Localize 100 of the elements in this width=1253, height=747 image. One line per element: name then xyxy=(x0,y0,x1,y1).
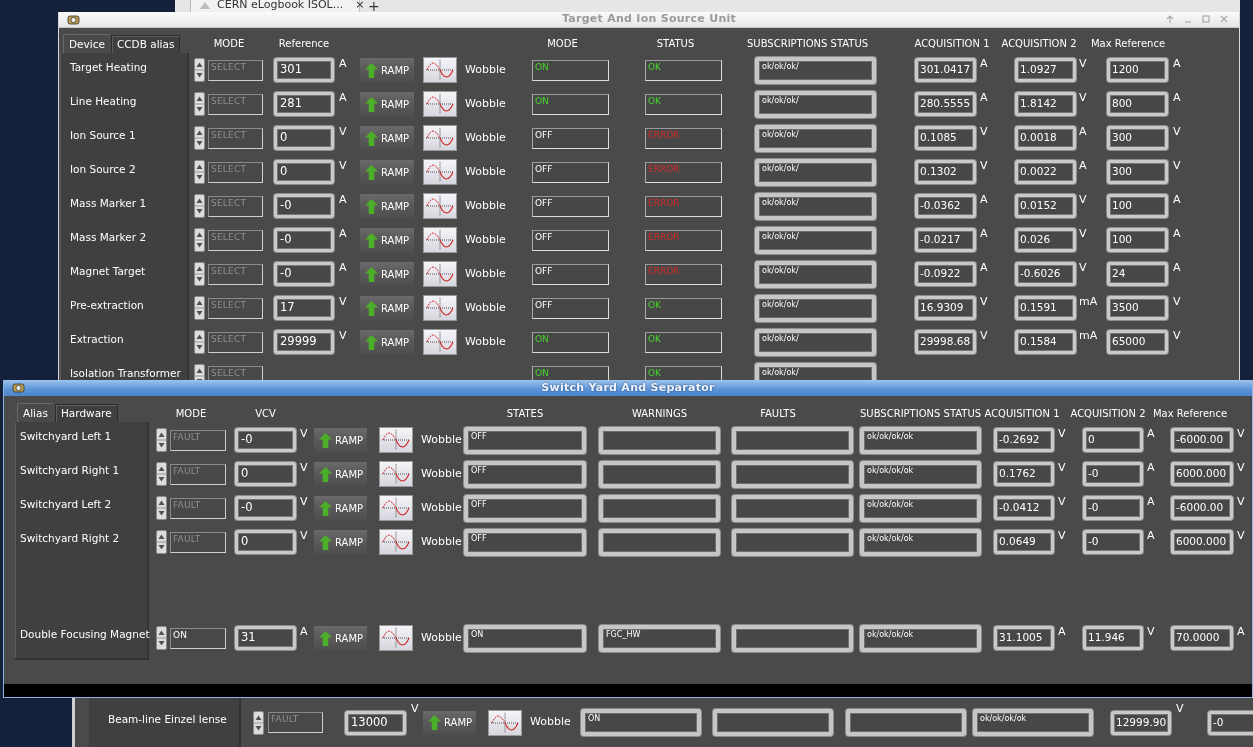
value-field[interactable]: 13000 xyxy=(345,710,406,735)
readout-field: 300 xyxy=(1107,160,1168,184)
spinner-button[interactable] xyxy=(194,92,205,116)
up-arrow-icon xyxy=(319,630,332,646)
column-header: WARNINGS xyxy=(630,407,689,421)
unit-label: V xyxy=(1058,460,1067,476)
unit-label: V xyxy=(1058,528,1067,544)
unit-label: V xyxy=(1237,426,1246,442)
ramp-button[interactable]: RAMP xyxy=(314,530,367,554)
wobble-label: Wobble xyxy=(465,265,506,282)
value-field[interactable]: 301 xyxy=(274,58,334,82)
close-icon xyxy=(1219,14,1229,24)
ramp-button[interactable]: RAMP xyxy=(360,296,414,320)
spinner-button[interactable] xyxy=(156,496,167,520)
value-field[interactable]: 0 xyxy=(274,160,334,184)
wobble-label: Wobble xyxy=(465,61,506,78)
unit-label: V xyxy=(1147,624,1156,640)
value-field[interactable]: 29999 xyxy=(274,330,334,354)
sine-wave-button[interactable] xyxy=(379,461,413,487)
device-name: Isolation Transformer xyxy=(70,365,181,380)
ramp-button[interactable]: RAMP xyxy=(360,330,414,354)
unit-label: V xyxy=(339,158,348,174)
device-name: Ion Source 1 xyxy=(70,127,136,143)
ramp-button[interactable]: RAMP xyxy=(314,428,367,452)
column-header: SUBSCRIPTIONS STATUS xyxy=(860,407,981,421)
sine-wave-button[interactable] xyxy=(423,261,457,287)
state-field: OFF xyxy=(464,460,586,488)
state-field: ON xyxy=(464,624,586,652)
sine-wave-button[interactable] xyxy=(423,227,457,253)
sine-wave-button[interactable] xyxy=(423,329,457,355)
sine-wave-button[interactable] xyxy=(379,427,413,453)
unit-label: A xyxy=(1147,460,1156,476)
ramp-button[interactable]: RAMP xyxy=(360,126,414,150)
ramp-button[interactable]: RAMP xyxy=(314,462,367,486)
sine-wave-button[interactable] xyxy=(423,57,457,83)
unit-label: V xyxy=(339,328,348,344)
value-field[interactable]: -0 xyxy=(274,262,334,286)
sine-wave-button[interactable] xyxy=(379,529,413,555)
unit-label: V xyxy=(1173,328,1182,344)
spinner-button[interactable] xyxy=(194,194,205,218)
sine-wave-button[interactable] xyxy=(423,159,457,185)
value-field[interactable]: -0 xyxy=(235,428,296,452)
wobble-label: Wobble xyxy=(421,533,462,550)
status-field: OK xyxy=(645,331,722,353)
value-field[interactable]: 0 xyxy=(274,126,334,150)
subscription-status-field: ok/ok/ok/ xyxy=(755,362,876,380)
spinner-button[interactable] xyxy=(156,626,167,650)
spinner-button[interactable] xyxy=(253,710,264,735)
value-field[interactable]: -0 xyxy=(235,496,296,520)
readout-field: 12999.90 xyxy=(1111,710,1171,735)
sine-wave-button[interactable] xyxy=(423,295,457,321)
value-field[interactable]: 31 xyxy=(235,626,296,650)
value-field[interactable]: 0 xyxy=(235,530,296,554)
sine-wave-button[interactable] xyxy=(379,495,413,521)
value-field[interactable]: -0 xyxy=(274,194,334,218)
window-raise-button[interactable] xyxy=(1165,14,1175,24)
spinner-button[interactable] xyxy=(156,428,167,452)
spinner-button[interactable] xyxy=(194,330,205,354)
spinner-button[interactable] xyxy=(194,262,205,286)
spinner-button[interactable] xyxy=(194,160,205,184)
value-field[interactable]: 281 xyxy=(274,92,334,116)
ramp-button[interactable]: RAMP xyxy=(360,160,414,184)
close-button[interactable] xyxy=(1219,14,1229,24)
tab[interactable]: Device xyxy=(63,34,110,54)
ramp-button[interactable]: RAMP xyxy=(360,194,414,218)
device-name: Switchyard Left 1 xyxy=(20,429,112,445)
wobble-label: Wobble xyxy=(421,499,462,516)
sine-wave-button[interactable] xyxy=(423,193,457,219)
tab[interactable]: Alias xyxy=(17,403,53,423)
new-tab-button[interactable]: + xyxy=(368,0,380,12)
sine-wave-button[interactable] xyxy=(423,91,457,117)
wobble-label: Wobble xyxy=(465,231,506,248)
ramp-button[interactable]: RAMP xyxy=(360,262,414,286)
warnings-field: FGC_HW xyxy=(599,624,720,652)
up-arrow-icon xyxy=(319,432,332,448)
readout-field: 0.0649 xyxy=(994,530,1054,554)
sine-wave-button[interactable] xyxy=(379,625,413,651)
sine-wave-button[interactable] xyxy=(488,709,522,736)
maximize-button[interactable] xyxy=(1201,14,1211,24)
ramp-button[interactable]: RAMP xyxy=(360,92,414,116)
value-field[interactable]: -0 xyxy=(274,228,334,252)
sine-wave-button[interactable] xyxy=(423,125,457,151)
ramp-button[interactable]: RAMP xyxy=(360,228,414,252)
spinner-button[interactable] xyxy=(194,296,205,320)
spinner-button[interactable] xyxy=(156,462,167,486)
spinner-button[interactable] xyxy=(156,530,167,554)
ramp-button[interactable]: RAMP xyxy=(360,58,414,82)
column-header: FAULTS xyxy=(759,407,797,421)
spinner-button[interactable] xyxy=(194,126,205,150)
spinner-button[interactable] xyxy=(194,228,205,252)
status-field: OK xyxy=(645,365,722,380)
value-field[interactable]: 17 xyxy=(274,296,334,320)
spinner-button[interactable] xyxy=(194,58,205,82)
column-header: SUBSCRIPTIONS STATUS xyxy=(747,36,868,51)
ramp-button[interactable]: RAMP xyxy=(423,710,476,735)
ramp-button[interactable]: RAMP xyxy=(314,496,367,520)
ramp-button[interactable]: RAMP xyxy=(314,626,367,650)
device-name: Mass Marker 1 xyxy=(70,195,147,211)
mode-select[interactable]: ON xyxy=(170,627,226,649)
value-field[interactable]: 0 xyxy=(235,462,296,486)
